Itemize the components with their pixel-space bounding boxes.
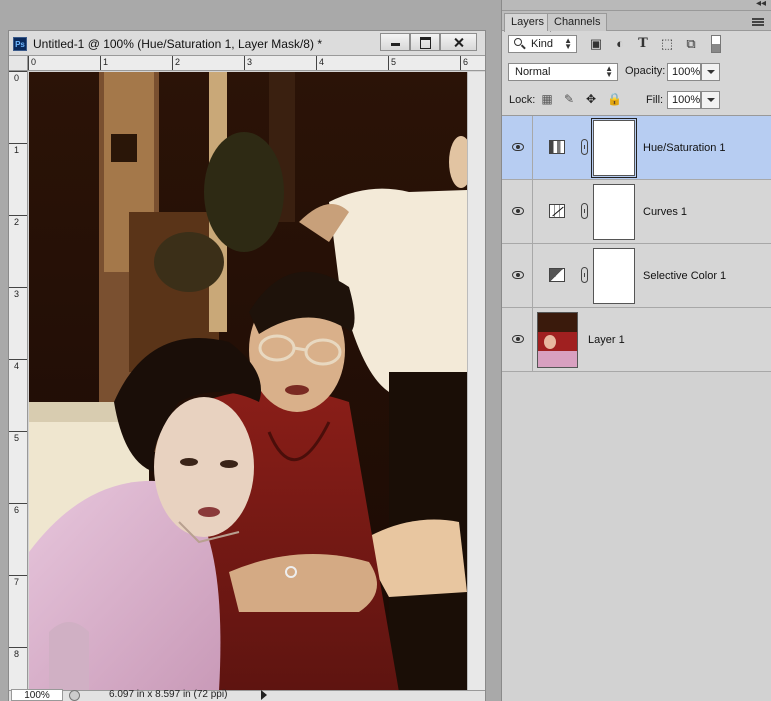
vertical-scrollbar[interactable] bbox=[467, 72, 485, 691]
ruler-top-label: 4 bbox=[319, 57, 325, 67]
curves-adjustment-icon[interactable] bbox=[549, 204, 565, 218]
document-titlebar[interactable]: Ps Untitled-1 @ 100% (Hue/Saturation 1, … bbox=[9, 31, 485, 56]
layers-panel: ◂◂ Layers Channels Kind ▲ ▼ ▣ ◐ T ⬚ ⧉ Nor… bbox=[501, 0, 771, 701]
panel-menu-icon[interactable] bbox=[752, 18, 764, 26]
layers-list: Hue/Saturation 1 Curves 1 Selective Colo… bbox=[502, 115, 771, 701]
layer-name[interactable]: Curves 1 bbox=[643, 206, 687, 218]
eye-icon bbox=[512, 271, 524, 279]
layer-row-selective-color[interactable]: Selective Color 1 bbox=[502, 244, 771, 308]
fill-input[interactable]: 100% bbox=[667, 91, 701, 109]
eye-icon bbox=[512, 207, 524, 215]
adjustment-filter-icon[interactable]: ◐ bbox=[612, 36, 628, 52]
search-icon bbox=[514, 38, 522, 46]
ruler-top-label: 5 bbox=[391, 57, 397, 67]
ruler-top-label: 6 bbox=[463, 57, 469, 67]
filter-toggle-switch[interactable] bbox=[711, 35, 721, 53]
document-title: Untitled-1 @ 100% (Hue/Saturation 1, Lay… bbox=[33, 37, 322, 51]
link-chain-icon[interactable] bbox=[581, 139, 588, 155]
layer-name[interactable]: Hue/Saturation 1 bbox=[643, 142, 726, 154]
close-button[interactable] bbox=[440, 33, 477, 51]
layer-mask-thumbnail[interactable] bbox=[593, 248, 635, 304]
document-size-info: 6.097 in x 8.597 in (72 ppi) bbox=[109, 689, 228, 700]
panel-tab-strip: Layers Channels bbox=[502, 11, 771, 32]
lock-position-icon[interactable]: ✥ bbox=[584, 92, 598, 106]
shape-filter-icon[interactable]: ⬚ bbox=[659, 36, 675, 52]
maximize-button[interactable] bbox=[410, 33, 440, 51]
layer-thumbnail[interactable] bbox=[537, 312, 578, 368]
status-info-icon[interactable] bbox=[69, 690, 80, 701]
ruler-left-label: 7 bbox=[14, 577, 20, 587]
updown-arrow-icon: ▲ ▼ bbox=[564, 36, 572, 51]
horizontal-ruler[interactable]: 0 1 2 3 4 5 6 bbox=[28, 56, 485, 71]
layer-name[interactable]: Selective Color 1 bbox=[643, 270, 726, 282]
opacity-label: Opacity: bbox=[625, 65, 666, 77]
status-menu-arrow-icon[interactable] bbox=[261, 690, 267, 700]
document-window: Ps Untitled-1 @ 100% (Hue/Saturation 1, … bbox=[8, 30, 486, 701]
eye-icon bbox=[512, 335, 524, 343]
layer-mask-thumbnail[interactable] bbox=[591, 118, 637, 178]
photo-image bbox=[29, 72, 467, 691]
blend-mode-value: Normal bbox=[515, 66, 551, 78]
visibility-toggle[interactable] bbox=[502, 244, 533, 307]
opacity-input[interactable]: 100% bbox=[667, 63, 701, 81]
ruler-left-label: 2 bbox=[14, 217, 20, 227]
ruler-left-label: 5 bbox=[14, 433, 20, 443]
ruler-left-label: 1 bbox=[14, 145, 20, 155]
lock-label: Lock: bbox=[509, 94, 536, 106]
ruler-origin[interactable] bbox=[9, 56, 28, 71]
selective-color-adjustment-icon[interactable] bbox=[549, 268, 565, 282]
layer-row-hue-saturation[interactable]: Hue/Saturation 1 bbox=[502, 116, 771, 180]
status-bar: 100% 6.097 in x 8.597 in (72 ppi) bbox=[9, 689, 485, 701]
layer-row-curves[interactable]: Curves 1 bbox=[502, 180, 771, 244]
vertical-ruler[interactable]: 0 1 2 3 4 5 6 7 8 bbox=[9, 71, 28, 691]
image-canvas[interactable] bbox=[29, 72, 467, 691]
ruler-left-label: 0 bbox=[14, 73, 20, 83]
link-chain-icon[interactable] bbox=[581, 267, 588, 283]
blend-mode-select[interactable]: Normal ▲ ▼ bbox=[508, 63, 618, 81]
panel-collapse-bar[interactable]: ◂◂ bbox=[502, 0, 771, 11]
fill-slider-button[interactable] bbox=[701, 91, 720, 109]
ruler-left-label: 3 bbox=[14, 289, 20, 299]
updown-arrow-icon: ▲ ▼ bbox=[605, 64, 613, 79]
photoshop-logo-icon: Ps bbox=[13, 37, 27, 51]
layer-row-layer-1[interactable]: Layer 1 bbox=[502, 308, 771, 372]
eye-icon bbox=[512, 143, 524, 151]
fill-label: Fill: bbox=[646, 94, 664, 106]
link-chain-icon[interactable] bbox=[581, 203, 588, 219]
visibility-toggle[interactable] bbox=[502, 116, 533, 179]
ruler-top-label: 0 bbox=[31, 57, 37, 67]
lock-image-icon[interactable]: ✎ bbox=[562, 92, 576, 106]
double-chevron-left-icon[interactable]: ◂◂ bbox=[756, 0, 766, 9]
minimize-button[interactable] bbox=[380, 33, 410, 51]
type-filter-icon[interactable]: T bbox=[635, 36, 651, 52]
visibility-toggle[interactable] bbox=[502, 180, 533, 243]
image-filter-icon[interactable]: ▣ bbox=[588, 36, 604, 52]
tab-layers[interactable]: Layers bbox=[504, 13, 552, 32]
ruler-left-label: 8 bbox=[14, 649, 20, 659]
ruler-top-label: 3 bbox=[247, 57, 253, 67]
hue-saturation-adjustment-icon[interactable] bbox=[549, 140, 565, 154]
kind-label: Kind bbox=[531, 38, 554, 50]
visibility-toggle[interactable] bbox=[502, 308, 533, 371]
zoom-level-field[interactable]: 100% bbox=[11, 689, 63, 701]
ruler-top-label: 2 bbox=[175, 57, 181, 67]
tab-channels[interactable]: Channels bbox=[547, 13, 608, 31]
layer-name[interactable]: Layer 1 bbox=[588, 334, 625, 346]
smart-object-filter-icon[interactable]: ⧉ bbox=[683, 36, 699, 52]
layer-filter-kind-select[interactable]: Kind ▲ ▼ bbox=[508, 35, 577, 53]
ruler-left-label: 4 bbox=[14, 361, 20, 371]
layer-mask-thumbnail[interactable] bbox=[593, 184, 635, 240]
lock-all-icon[interactable]: 🔒 bbox=[607, 92, 622, 106]
ruler-top-label: 1 bbox=[103, 57, 109, 67]
ruler-left-label: 6 bbox=[14, 505, 20, 515]
lock-transparent-icon[interactable]: ▦ bbox=[540, 92, 554, 106]
opacity-slider-button[interactable] bbox=[701, 63, 720, 81]
